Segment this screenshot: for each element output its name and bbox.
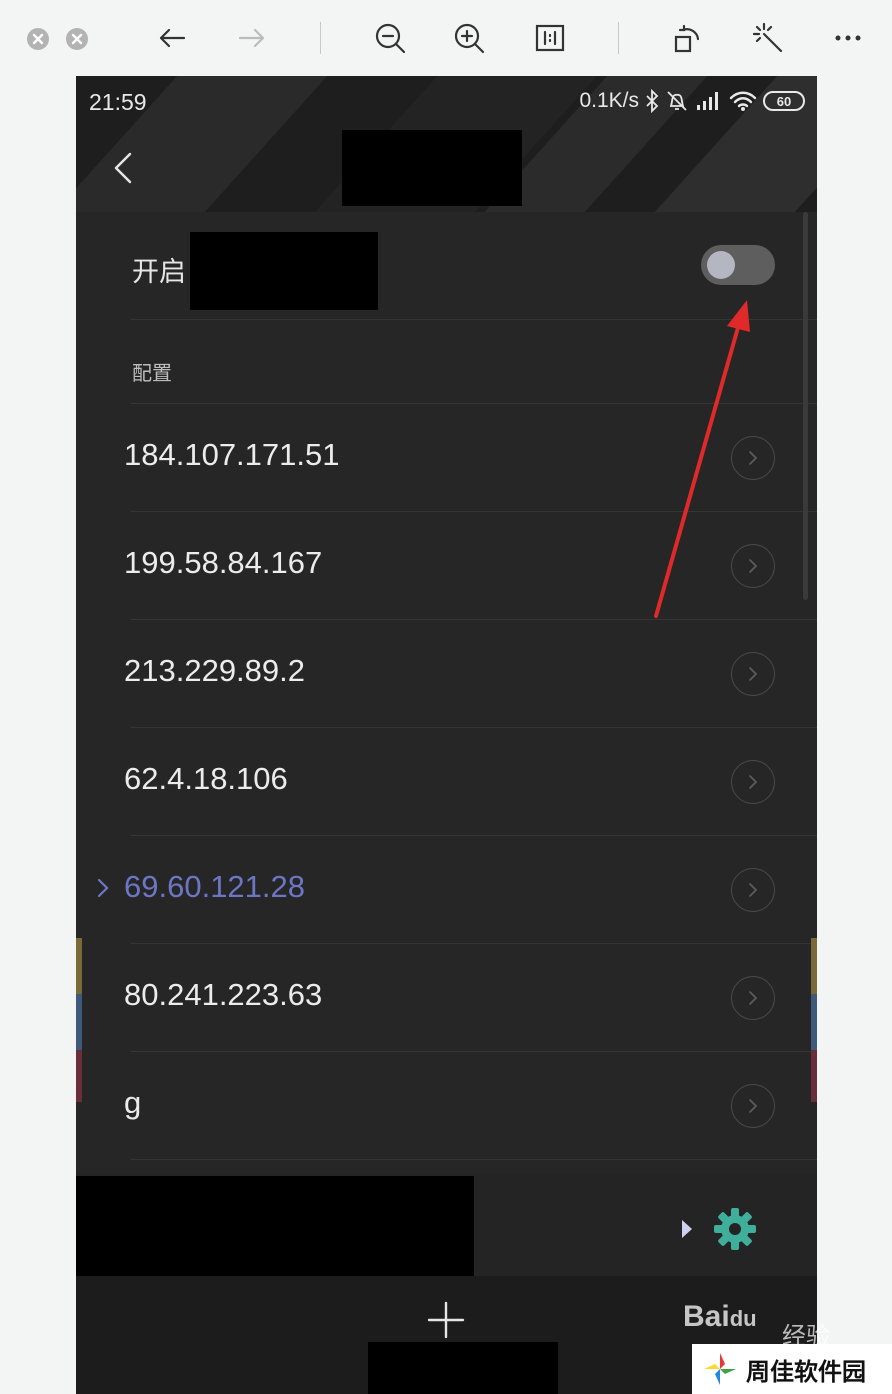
enable-label: 开启 <box>132 257 186 288</box>
server-detail-button[interactable] <box>731 976 775 1020</box>
gear-icon[interactable] <box>712 1206 758 1252</box>
zoom-out-button[interactable] <box>372 20 408 56</box>
chevron-right-icon <box>749 775 758 789</box>
actual-size-icon <box>535 24 565 52</box>
toolbar-divider <box>320 22 321 54</box>
enable-row: 开启 <box>76 212 817 320</box>
actual-size-button[interactable] <box>532 20 568 56</box>
phone-screen: 21:59 0.1K/s 60 开启 配置 184.107.171.51 199… <box>76 76 817 1394</box>
scrollbar[interactable] <box>803 212 808 600</box>
signal-icon <box>697 92 718 110</box>
bottom-bar <box>76 1174 817 1290</box>
side-tab <box>76 1050 82 1102</box>
enable-switch[interactable] <box>701 245 775 285</box>
bluetooth-icon <box>646 89 659 113</box>
redacted-footer <box>76 1176 474 1290</box>
plus-icon[interactable] <box>426 1300 466 1340</box>
server-row[interactable]: 213.229.89.2 <box>76 620 817 728</box>
chevron-right-icon <box>749 559 758 573</box>
chevron-left-icon <box>114 152 132 184</box>
server-detail-button[interactable] <box>731 760 775 804</box>
baidu-du-text: du <box>729 1306 757 1331</box>
back-button[interactable] <box>112 150 140 190</box>
app-header: 21:59 0.1K/s 60 <box>76 76 817 212</box>
viewer-toolbar <box>0 0 892 76</box>
site-name: 周佳软件园 <box>746 1357 866 1386</box>
status-icons: 0.1K/s 60 <box>579 89 805 113</box>
redacted-label <box>190 232 378 310</box>
server-detail-button[interactable] <box>731 1084 775 1128</box>
selected-indicator-icon <box>97 878 109 898</box>
server-row[interactable]: g <box>76 1052 817 1160</box>
minimize-window-button[interactable] <box>66 28 88 50</box>
more-button[interactable] <box>830 20 866 56</box>
server-address: 80.241.223.63 <box>124 977 323 1012</box>
arrow-left-icon <box>159 28 186 48</box>
back-button[interactable] <box>154 20 190 56</box>
magic-wand-icon <box>752 22 783 53</box>
side-tab <box>811 938 817 994</box>
server-row[interactable]: 199.58.84.167 <box>76 512 817 620</box>
baidu-watermark: Baidu <box>683 1300 757 1334</box>
zoom-out-icon <box>375 23 406 54</box>
server-detail-button[interactable] <box>731 868 775 912</box>
chevron-right-icon <box>749 451 758 465</box>
server-detail-button[interactable] <box>731 544 775 588</box>
zoom-in-icon <box>454 23 485 54</box>
server-address: 69.60.121.28 <box>124 869 306 904</box>
status-time: 21:59 <box>89 89 147 115</box>
rotate-button[interactable] <box>670 20 706 56</box>
enhance-button[interactable] <box>750 20 786 56</box>
redacted-caption <box>368 1342 558 1394</box>
switch-knob <box>707 251 735 279</box>
server-address: 184.107.171.51 <box>124 437 340 472</box>
server-row-selected[interactable]: 69.60.121.28 <box>76 836 817 944</box>
more-icon <box>835 35 861 41</box>
server-address: 213.229.89.2 <box>124 653 306 688</box>
chevron-right-icon <box>749 1099 758 1113</box>
close-icon <box>32 33 44 45</box>
rotate-icon <box>674 24 700 53</box>
server-detail-button[interactable] <box>731 652 775 696</box>
chevron-right-icon <box>749 991 758 1005</box>
side-tab <box>76 994 82 1050</box>
alarm-off-icon <box>667 91 687 111</box>
restore-icon <box>71 33 83 45</box>
side-tab <box>811 1050 817 1102</box>
server-row[interactable]: 184.107.171.51 <box>76 404 817 512</box>
zoom-in-button[interactable] <box>451 20 487 56</box>
toolbar-divider <box>618 22 619 54</box>
server-address: g <box>124 1085 142 1120</box>
server-row[interactable]: 62.4.18.106 <box>76 728 817 836</box>
site-watermark: 周佳软件园 <box>692 1344 892 1394</box>
baidu-text: Bai <box>683 1300 730 1333</box>
site-logo-icon <box>704 1353 736 1385</box>
chevron-right-icon <box>749 883 758 897</box>
server-address: 199.58.84.167 <box>124 545 323 580</box>
close-window-button[interactable] <box>27 28 49 50</box>
divider <box>130 319 817 320</box>
redacted-title <box>342 130 522 206</box>
server-address: 62.4.18.106 <box>124 761 288 796</box>
server-row[interactable]: 80.241.223.63 <box>76 944 817 1052</box>
chevron-right-icon <box>749 667 758 681</box>
side-tab <box>811 994 817 1050</box>
network-speed: 0.1K/s <box>579 89 639 112</box>
play-icon[interactable] <box>680 1218 694 1240</box>
battery-indicator: 60 <box>763 91 805 111</box>
divider <box>130 1159 817 1160</box>
section-title: 配置 <box>132 361 172 385</box>
server-detail-button[interactable] <box>731 436 775 480</box>
arrow-right-icon <box>238 28 265 48</box>
wifi-icon <box>729 91 757 111</box>
side-tab <box>76 938 82 994</box>
forward-button[interactable] <box>234 20 270 56</box>
